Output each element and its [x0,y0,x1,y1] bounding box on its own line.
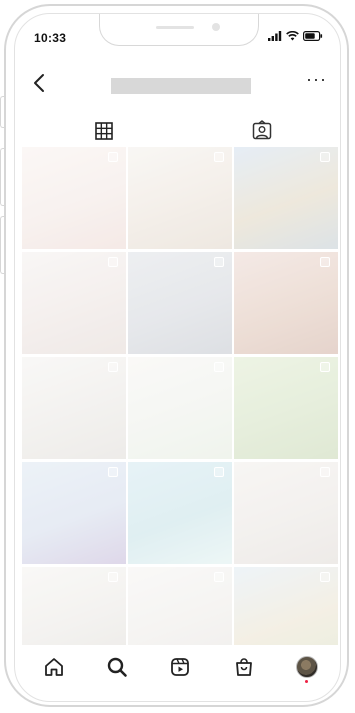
select-checkbox-icon[interactable] [108,362,118,372]
select-checkbox-icon[interactable] [320,467,330,477]
select-checkbox-icon[interactable] [320,257,330,267]
select-checkbox-icon[interactable] [320,362,330,372]
photo-overlay [22,462,126,564]
photo-thumbnail[interactable] [234,147,338,249]
grid-icon[interactable] [92,119,116,143]
photo-thumbnail[interactable] [22,462,126,564]
select-checkbox-icon[interactable] [214,467,224,477]
photo-thumbnail[interactable] [234,462,338,564]
select-checkbox-icon[interactable] [320,152,330,162]
more-options-icon[interactable]: ··· [306,70,327,88]
status-time: 10:33 [34,31,67,45]
select-checkbox-icon[interactable] [320,572,330,582]
notch [99,14,259,46]
shop-tab[interactable] [231,654,257,680]
profile-tabs [22,115,339,147]
notification-dot [305,680,309,683]
profile-tab[interactable] [294,654,320,683]
select-checkbox-icon[interactable] [108,152,118,162]
photo-thumbnail[interactable] [234,252,338,354]
select-checkbox-icon[interactable] [108,257,118,267]
search-tab[interactable] [104,654,130,680]
photo-overlay [234,462,338,564]
select-checkbox-icon[interactable] [214,257,224,267]
photo-thumbnail[interactable] [128,357,232,459]
photo-thumbnail[interactable] [234,567,338,645]
username-redacted [111,78,251,94]
photo-thumbnail[interactable] [22,147,126,249]
photo-thumbnail[interactable] [22,567,126,645]
select-checkbox-icon[interactable] [108,467,118,477]
photo-thumbnail[interactable] [22,357,126,459]
speaker [156,26,194,29]
photo-overlay [128,357,232,459]
photo-overlay [22,147,126,249]
wifi-icon [286,31,299,41]
front-camera [212,23,220,31]
photo-thumbnail[interactable] [128,252,232,354]
reels-tab[interactable] [167,654,193,680]
profile-header: ··· [22,64,333,106]
battery-icon [303,31,323,41]
tagged-person-icon[interactable] [250,119,274,143]
bottom-navigation [22,645,339,689]
photo-grid [22,147,339,645]
signal-icon [268,31,282,41]
status-icons [268,31,323,41]
shop-bag-icon [235,658,252,676]
photo-thumbnail[interactable] [128,147,232,249]
photo-overlay [128,147,232,249]
photo-overlay [22,357,126,459]
photo-thumbnail[interactable] [128,462,232,564]
select-checkbox-icon[interactable] [214,152,224,162]
photo-overlay [234,357,338,459]
chevron-left-icon[interactable] [32,72,46,94]
photo-overlay [22,252,126,354]
select-checkbox-icon[interactable] [108,572,118,582]
home-tab[interactable] [41,654,67,680]
select-checkbox-icon[interactable] [214,572,224,582]
reels-icon [171,658,190,676]
select-checkbox-icon[interactable] [214,362,224,372]
photo-overlay [128,252,232,354]
photo-overlay [234,147,338,249]
photo-overlay [234,252,338,354]
home-icon [44,658,63,676]
avatar-icon [296,656,319,678]
photo-overlay [128,462,232,564]
photo-thumbnail[interactable] [22,252,126,354]
photo-thumbnail[interactable] [128,567,232,645]
search-icon [107,657,127,677]
photo-thumbnail[interactable] [234,357,338,459]
